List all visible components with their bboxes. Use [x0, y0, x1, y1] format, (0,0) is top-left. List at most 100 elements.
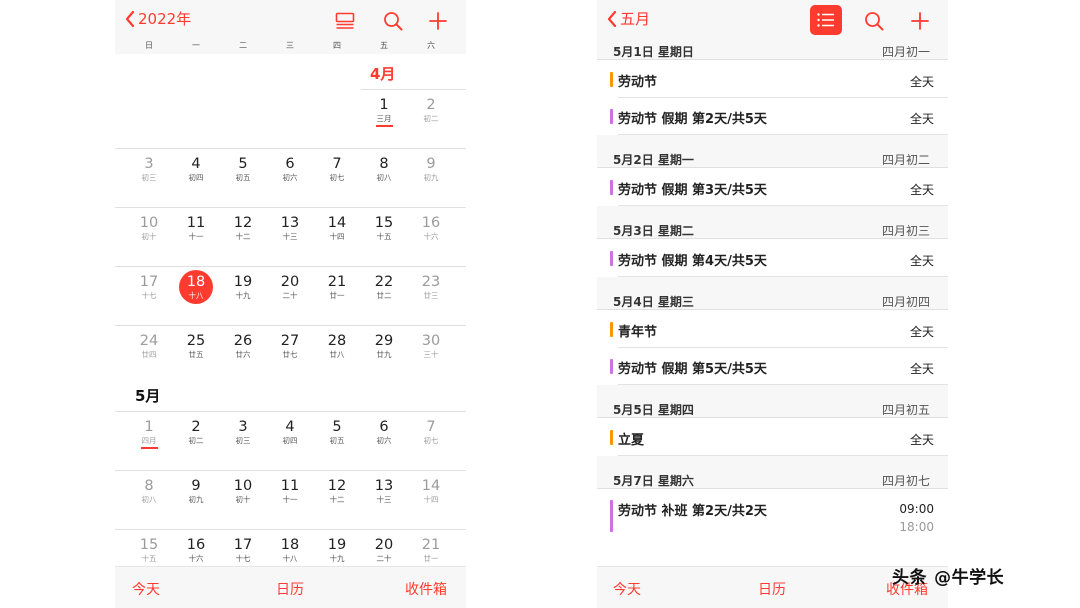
day-cell[interactable]: 1 四月	[126, 419, 172, 449]
day-cell[interactable]: 11 十一	[267, 478, 313, 504]
day-cell[interactable]: 14 十四	[314, 215, 360, 241]
week-separator	[115, 470, 466, 471]
add-event-button[interactable]	[422, 6, 454, 36]
list-view-toggle[interactable]	[810, 5, 842, 35]
day-cell[interactable]: 29 廿九	[361, 333, 407, 359]
day-cell-today[interactable]: 18 十八	[173, 274, 219, 300]
day-cell[interactable]: 18 十八	[267, 537, 313, 563]
back-to-month-button[interactable]: 五月	[607, 8, 650, 29]
day-number: 2	[426, 97, 436, 113]
day-number: 17	[233, 537, 253, 553]
day-cell[interactable]: 21 廿一	[408, 537, 454, 563]
day-number: 18	[280, 537, 300, 553]
day-cell[interactable]: 19 十九	[220, 274, 266, 300]
search-icon	[384, 12, 403, 31]
day-cell[interactable]: 23 廿三	[408, 274, 454, 300]
day-cell[interactable]: 4 初四	[173, 156, 219, 182]
day-number: 14	[421, 478, 441, 494]
day-number: 20	[280, 274, 300, 290]
month-title-may[interactable]: 5月	[135, 385, 160, 406]
calendar-color-bar	[610, 430, 613, 445]
day-number: 16	[421, 215, 441, 231]
day-cell[interactable]: 8 初八	[361, 156, 407, 182]
today-button[interactable]: 今天	[613, 579, 641, 599]
day-number: 23	[421, 274, 441, 290]
day-cell[interactable]: 1 三月	[361, 97, 407, 127]
day-cell[interactable]: 15 十五	[126, 537, 172, 563]
day-cell[interactable]: 28 廿八	[314, 333, 360, 359]
back-to-year-button[interactable]: 2022年	[125, 8, 191, 29]
day-cell[interactable]: 8 初八	[126, 478, 172, 504]
day-cell[interactable]: 17 十七	[126, 274, 172, 300]
day-cell[interactable]: 24 廿四	[126, 333, 172, 359]
day-cell[interactable]: 15 十五	[361, 215, 407, 241]
event-all-day: 全天	[909, 325, 934, 339]
day-cell[interactable]: 11 十一	[173, 215, 219, 241]
day-cell[interactable]: 10 初十	[220, 478, 266, 504]
day-cell[interactable]: 9 初九	[173, 478, 219, 504]
section-date: 5月3日 星期二	[613, 224, 694, 238]
day-cell[interactable]: 6 初六	[361, 419, 407, 445]
event-row[interactable]: 立夏 全天	[597, 419, 948, 456]
day-cell[interactable]: 21 廿一	[314, 274, 360, 300]
event-row[interactable]: 劳动节 补班 第2天/共2天 09:00 18:00	[597, 490, 948, 536]
event-row[interactable]: 劳动节 假期 第5天/共5天 全天	[597, 348, 948, 385]
day-cell[interactable]: 10 初十	[126, 215, 172, 241]
day-cell[interactable]: 9 初九	[408, 156, 454, 182]
month-title-april[interactable]: 4月	[370, 63, 395, 84]
day-cell[interactable]: 13 十三	[267, 215, 313, 241]
inbox-button[interactable]: 收件箱	[405, 579, 447, 599]
lunar-date: 十八	[282, 554, 298, 563]
day-cell[interactable]: 16 十六	[408, 215, 454, 241]
day-cell[interactable]: 27 廿七	[267, 333, 313, 359]
event-row[interactable]: 劳动节 全天	[597, 61, 948, 98]
section-lunar-date: 四月初二	[881, 153, 930, 167]
section-lunar-date: 四月初五	[881, 403, 930, 417]
day-cell[interactable]: 20 二十	[361, 537, 407, 563]
day-cell[interactable]: 12 十二	[220, 215, 266, 241]
lunar-date: 初十	[235, 495, 251, 504]
day-cell[interactable]: 2 初二	[173, 419, 219, 445]
month-start-underline	[140, 447, 158, 449]
day-cell[interactable]: 12 十二	[314, 478, 360, 504]
day-cell[interactable]: 14 十四	[408, 478, 454, 504]
week-separator	[115, 266, 466, 267]
day-cell[interactable]: 30 三十	[408, 333, 454, 359]
today-button[interactable]: 今天	[132, 579, 160, 599]
day-cell[interactable]: 17 十七	[220, 537, 266, 563]
week-separator	[115, 529, 466, 530]
search-button[interactable]	[858, 6, 890, 36]
day-cell[interactable]: 19 十九	[314, 537, 360, 563]
day-number: 5	[238, 156, 248, 172]
event-row[interactable]: 青年节 全天	[597, 311, 948, 348]
add-event-button[interactable]	[904, 6, 936, 36]
day-cell[interactable]: 25 廿五	[173, 333, 219, 359]
section-date: 5月5日 星期四	[613, 403, 694, 417]
calendar-view-button[interactable]	[329, 6, 361, 36]
event-all-day: 全天	[909, 112, 934, 126]
day-cell[interactable]: 20 二十	[267, 274, 313, 300]
day-cell[interactable]: 2 初二	[408, 97, 454, 123]
day-cell[interactable]: 5 初五	[314, 419, 360, 445]
day-cell[interactable]: 26 廿六	[220, 333, 266, 359]
day-cell[interactable]: 7 初七	[314, 156, 360, 182]
day-cell[interactable]: 4 初四	[267, 419, 313, 445]
day-cell[interactable]: 22 廿二	[361, 274, 407, 300]
day-number: 10	[139, 215, 159, 231]
event-row[interactable]: 劳动节 假期 第3天/共5天 全天	[597, 169, 948, 206]
search-button[interactable]	[377, 6, 409, 36]
day-number: 12	[233, 215, 253, 231]
calendars-button[interactable]: 日历	[758, 579, 786, 599]
day-cell[interactable]: 5 初五	[220, 156, 266, 182]
day-cell[interactable]: 13 十三	[361, 478, 407, 504]
day-cell[interactable]: 3 初三	[220, 419, 266, 445]
day-cell[interactable]: 16 十六	[173, 537, 219, 563]
calendars-button[interactable]: 日历	[276, 579, 304, 599]
event-row[interactable]: 劳动节 假期 第4天/共5天 全天	[597, 240, 948, 277]
lunar-date: 廿八	[329, 350, 345, 359]
section-date: 5月4日 星期三	[613, 295, 694, 309]
event-row[interactable]: 劳动节 假期 第2天/共5天 全天	[597, 98, 948, 135]
day-cell[interactable]: 7 初七	[408, 419, 454, 445]
day-cell[interactable]: 6 初六	[267, 156, 313, 182]
day-cell[interactable]: 3 初三	[126, 156, 172, 182]
